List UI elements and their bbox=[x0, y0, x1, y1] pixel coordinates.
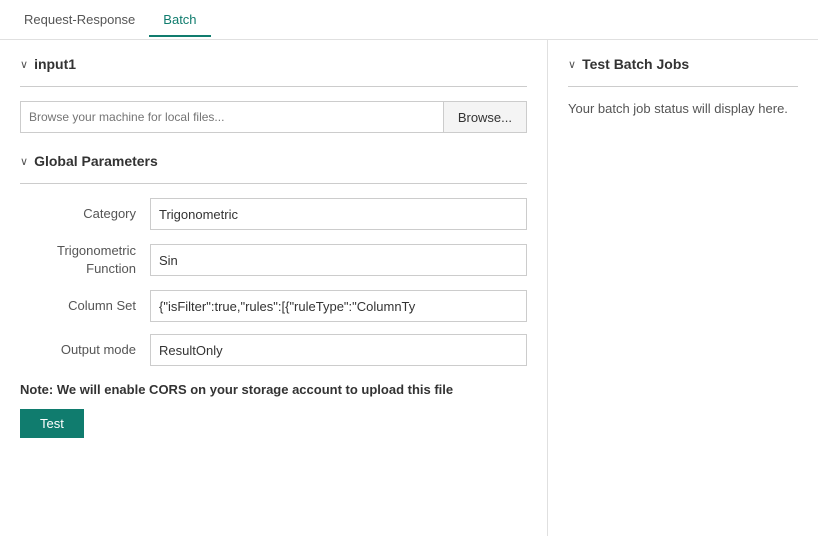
param-input-category[interactable] bbox=[150, 198, 527, 230]
param-row-category: Category bbox=[20, 198, 527, 230]
left-panel: ∨ input1 Browse... ∨ Global Parameters C… bbox=[0, 40, 548, 536]
file-input-row: Browse... bbox=[20, 101, 527, 133]
batch-jobs-divider bbox=[568, 86, 798, 87]
main-content: ∨ input1 Browse... ∨ Global Parameters C… bbox=[0, 40, 818, 536]
input1-chevron[interactable]: ∨ bbox=[20, 58, 28, 71]
param-input-column-set[interactable] bbox=[150, 290, 527, 322]
input1-divider bbox=[20, 86, 527, 87]
input1-section-header: ∨ input1 bbox=[20, 56, 527, 72]
param-label-column-set: Column Set bbox=[20, 297, 150, 315]
browse-button[interactable]: Browse... bbox=[444, 101, 527, 133]
param-row-output-mode: Output mode bbox=[20, 334, 527, 366]
param-row-column-set: Column Set bbox=[20, 290, 527, 322]
tab-batch[interactable]: Batch bbox=[149, 4, 210, 37]
global-params-header: ∨ Global Parameters bbox=[20, 153, 527, 169]
right-panel: ∨ Test Batch Jobs Your batch job status … bbox=[548, 40, 818, 536]
batch-jobs-title: Test Batch Jobs bbox=[582, 56, 689, 72]
input1-title: input1 bbox=[34, 56, 76, 72]
test-button[interactable]: Test bbox=[20, 409, 84, 438]
param-label-category: Category bbox=[20, 205, 150, 223]
batch-status-text: Your batch job status will display here. bbox=[568, 101, 798, 116]
param-label-trig-function: Trigonometric Function bbox=[20, 242, 150, 278]
tab-request-response[interactable]: Request-Response bbox=[10, 4, 149, 37]
param-input-output-mode[interactable] bbox=[150, 334, 527, 366]
batch-jobs-header: ∨ Test Batch Jobs bbox=[568, 56, 798, 72]
param-row-trig-function: Trigonometric Function bbox=[20, 242, 527, 278]
global-params-title: Global Parameters bbox=[34, 153, 158, 169]
tab-bar: Request-Response Batch bbox=[0, 0, 818, 40]
param-input-trig-function[interactable] bbox=[150, 244, 527, 276]
global-params-section: ∨ Global Parameters Category Trigonometr… bbox=[20, 153, 527, 366]
file-path-input[interactable] bbox=[20, 101, 444, 133]
cors-note: Note: We will enable CORS on your storag… bbox=[20, 382, 527, 397]
global-params-chevron[interactable]: ∨ bbox=[20, 155, 28, 168]
param-label-output-mode: Output mode bbox=[20, 341, 150, 359]
global-params-divider bbox=[20, 183, 527, 184]
batch-jobs-chevron[interactable]: ∨ bbox=[568, 58, 576, 71]
